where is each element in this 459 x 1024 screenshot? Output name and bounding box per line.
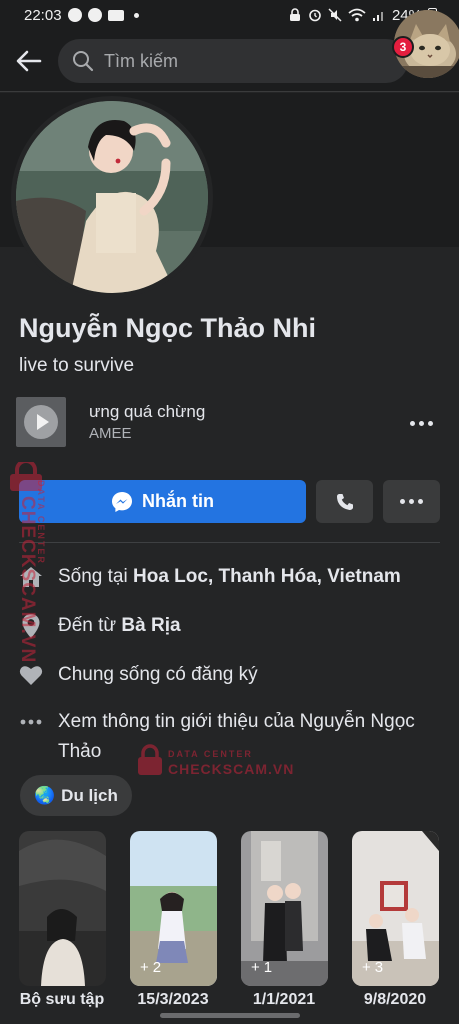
collection-cover-image	[19, 831, 106, 986]
status-bar: 22:03 24%	[0, 0, 459, 30]
alarm-icon	[309, 9, 321, 22]
play-icon	[24, 405, 58, 439]
highlight-label: 1/1/2021	[252, 991, 316, 1008]
watermark-center: CHECKSCAM.VN	[168, 761, 295, 777]
more-dots-icon	[409, 420, 415, 426]
music-more-button[interactable]	[401, 410, 441, 436]
app-notification-icon	[107, 9, 124, 21]
watermark-center-lock-icon	[137, 744, 163, 781]
profile-picture[interactable]	[11, 96, 213, 298]
status-time: 22:03	[24, 6, 62, 24]
back-arrow-icon	[16, 50, 42, 72]
highlight-label: Bộ sưu tập	[19, 991, 105, 1008]
call-button[interactable]	[316, 480, 373, 523]
watermark-vertical-sub: DATA CENTER	[36, 480, 46, 565]
profile-photo-image	[16, 101, 208, 293]
highlight-count-value: 3	[374, 959, 384, 976]
highlight-count: +2	[140, 959, 161, 976]
highlight-count-value: 2	[152, 959, 162, 976]
messenger-icon	[112, 491, 132, 512]
messenger-notification-icon	[67, 8, 82, 22]
globe-icon: 🌏	[34, 785, 56, 805]
highlight-label: 15/3/2023	[137, 991, 209, 1008]
highlight-count-value: 1	[263, 959, 273, 976]
notification-badge: 3	[392, 36, 414, 58]
highlight-card-collection[interactable]	[19, 831, 106, 986]
messenger-notification-icon-2	[87, 8, 102, 22]
plus-icon: +	[362, 959, 371, 976]
highlight-count: +3	[362, 959, 383, 976]
highlight-count: +1	[251, 959, 272, 976]
plus-icon: +	[140, 959, 149, 976]
profile-bio: live to survive	[19, 355, 135, 376]
search-input[interactable]: Tìm kiếm	[58, 39, 408, 83]
watermark-center-sub: DATA CENTER	[168, 749, 253, 759]
info-from-prefix: Đến từ	[58, 615, 122, 636]
info-lives-in: Sống tại Hoa Loc, Thanh Hóa, Vietnam	[19, 562, 439, 592]
home-indicator[interactable]	[160, 1013, 300, 1018]
highlight-label: 9/8/2020	[363, 991, 427, 1008]
watermark-vertical: CHECKSCAM.VN	[17, 496, 38, 664]
hobby-label: Du lịch	[61, 785, 118, 805]
more-notifications-dot-icon	[133, 12, 139, 18]
phone-icon	[336, 493, 353, 510]
more-options-button[interactable]	[383, 480, 440, 523]
music-thumbnail[interactable]	[16, 397, 66, 447]
highlight-card-2023[interactable]: +2	[130, 831, 217, 986]
highlight-card-2021[interactable]: +1	[241, 831, 328, 986]
music-artist: AMEE	[89, 425, 132, 442]
section-divider	[19, 542, 440, 543]
info-relationship: Chung sống có đăng ký	[19, 660, 439, 690]
info-from: Đến từ Bà Rịa	[19, 611, 439, 641]
message-button[interactable]: Nhắn tin	[19, 480, 306, 523]
back-button[interactable]	[12, 44, 46, 78]
music-title[interactable]: ưng quá chừng	[89, 402, 205, 422]
wifi-icon	[348, 8, 366, 22]
hobby-chip[interactable]: 🌏 Du lịch	[20, 775, 132, 816]
info-lives-in-prefix: Sống tại	[58, 566, 133, 587]
top-navigation: Tìm kiếm	[0, 30, 459, 92]
message-button-label: Nhắn tin	[142, 491, 214, 511]
more-dots-icon	[400, 499, 405, 504]
mute-icon	[328, 8, 342, 22]
lock-status-icon	[289, 8, 300, 21]
info-from-place[interactable]: Bà Rịa	[121, 615, 180, 636]
profile-name: Nguyễn Ngọc Thảo Nhi	[19, 313, 316, 343]
info-lives-in-place[interactable]: Hoa Loc, Thanh Hóa, Vietnam	[133, 566, 401, 587]
plus-icon: +	[251, 959, 260, 976]
info-relationship-text: Chung sống có đăng ký	[58, 664, 258, 685]
search-icon	[73, 51, 94, 72]
search-placeholder: Tìm kiếm	[104, 50, 178, 71]
signal-icon	[372, 12, 383, 21]
more-dots-icon	[19, 707, 43, 737]
highlight-card-2020[interactable]: +3	[352, 831, 439, 986]
